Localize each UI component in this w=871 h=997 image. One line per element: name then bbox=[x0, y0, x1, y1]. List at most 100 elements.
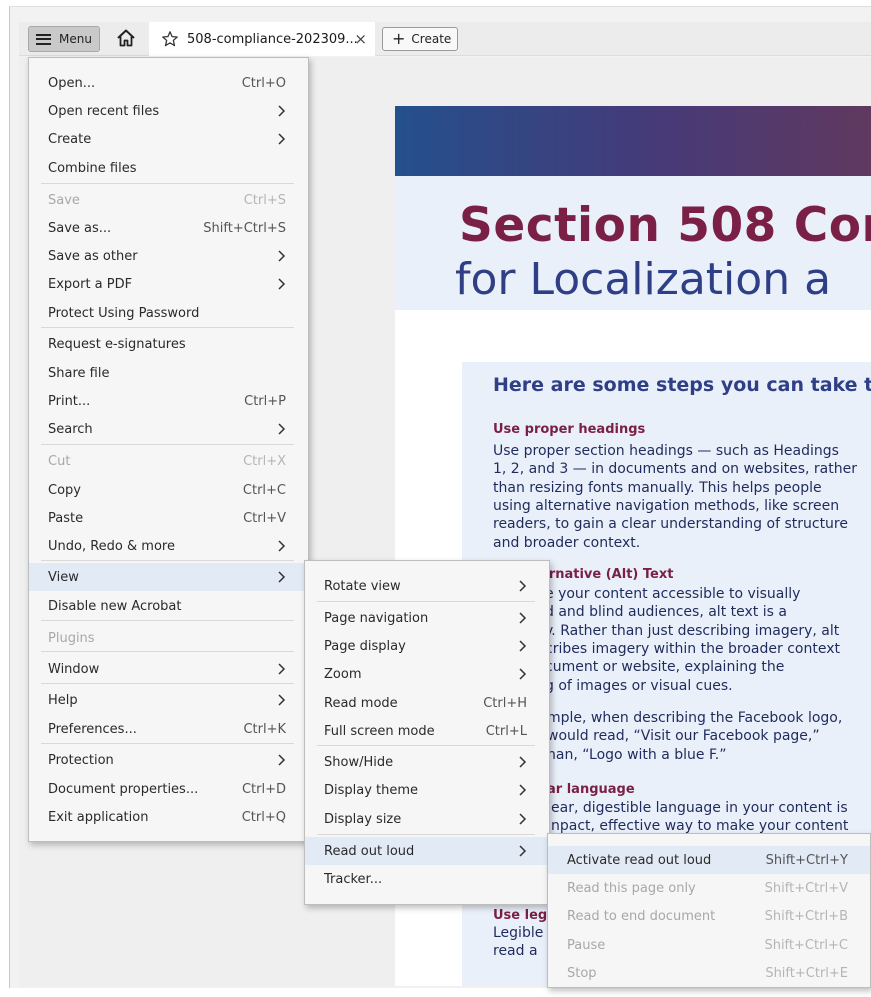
read-item-activate-read-out-loud[interactable]: Activate read out loud Shift+Ctrl+Y bbox=[548, 846, 870, 874]
read-item-pause: Pause Shift+Ctrl+C bbox=[548, 931, 870, 959]
paragraph-line: Legible bbox=[493, 925, 544, 941]
view-submenu: Rotate view Page navigation Page display Zo… bbox=[304, 560, 550, 905]
menu-item-copy[interactable]: Copy Ctrl+C bbox=[29, 476, 308, 504]
section-heading: Use leg bbox=[493, 908, 548, 923]
view-item-page-display[interactable]: Page display bbox=[305, 632, 549, 660]
paragraph-line: cument or website, explaining the bbox=[545, 659, 785, 676]
menu-item-save: Save Ctrl+S bbox=[29, 186, 308, 214]
view-item-zoom[interactable]: Zoom bbox=[305, 660, 549, 688]
tab-title: 508-compliance-202309... bbox=[187, 31, 358, 47]
chevron-right-icon bbox=[515, 610, 529, 626]
menu-item-help[interactable]: Help bbox=[29, 686, 308, 714]
read-item-label: Read to end document bbox=[567, 908, 716, 924]
menu-item-disable-new-acrobat[interactable]: Disable new Acrobat bbox=[29, 592, 308, 620]
shortcut-label: Shift+Ctrl+S bbox=[203, 220, 286, 236]
plus-icon: + bbox=[392, 29, 406, 48]
view-item-label: Tracker... bbox=[324, 871, 383, 887]
menu-item-paste[interactable]: Paste Ctrl+V bbox=[29, 504, 308, 532]
paragraph-line: using alternative navigation methods, li… bbox=[493, 497, 840, 514]
menu-separator bbox=[41, 743, 294, 744]
menu-item-document-properties[interactable]: Document properties... Ctrl+D bbox=[29, 775, 308, 803]
chevron-right-icon bbox=[515, 578, 529, 594]
menu-item-view[interactable]: View bbox=[29, 563, 308, 591]
view-item-label: Show/Hide bbox=[324, 754, 394, 770]
view-item-label: Display size bbox=[324, 811, 402, 827]
menu-item-label: Document properties... bbox=[48, 781, 199, 797]
view-item-label: Page display bbox=[324, 638, 406, 654]
read-item-label: Read this page only bbox=[567, 880, 696, 896]
paragraph-line: read a bbox=[493, 943, 538, 960]
menu-separator bbox=[41, 620, 294, 621]
paragraph-line: and broader context. bbox=[493, 534, 641, 551]
read-item-read-this-page-only: Read this page only Shift+Ctrl+V bbox=[548, 874, 870, 902]
menu-item-request-e-signatures[interactable]: Request e-signatures bbox=[29, 330, 308, 358]
create-button[interactable]: + Create bbox=[382, 27, 458, 51]
paragraph-line: cribes imagery within the broader contex… bbox=[545, 640, 840, 657]
menu-item-label: Search bbox=[48, 421, 93, 437]
read-item-label: Pause bbox=[567, 937, 606, 953]
shortcut-label: Shift+Ctrl+C bbox=[764, 937, 848, 953]
menu-button[interactable]: Menu bbox=[28, 26, 100, 52]
menu-separator bbox=[317, 745, 535, 746]
view-item-label: Read out loud bbox=[324, 843, 415, 859]
view-item-read-mode[interactable]: Read mode Ctrl+H bbox=[305, 689, 549, 717]
read-item-read-to-end-document: Read to end document Shift+Ctrl+B bbox=[548, 902, 870, 930]
paragraph-line: mple, when describing the Facebook logo, bbox=[547, 710, 843, 726]
view-item-show-hide[interactable]: Show/Hide bbox=[305, 748, 549, 776]
home-icon[interactable] bbox=[115, 27, 137, 49]
paragraph-line: would read, “Visit our Facebook page,” bbox=[547, 728, 820, 745]
view-item-rotate-view[interactable]: Rotate view bbox=[305, 572, 549, 600]
paragraph-line: han, “Logo with a blue F.” bbox=[547, 746, 727, 763]
view-item-tracker[interactable]: Tracker... bbox=[305, 865, 549, 893]
menu-item-share-file[interactable]: Share file bbox=[29, 359, 308, 387]
view-item-full-screen-mode[interactable]: Full screen mode Ctrl+L bbox=[305, 717, 549, 745]
menu-separator bbox=[41, 683, 294, 684]
menu-item-open[interactable]: Open... Ctrl+O bbox=[29, 69, 308, 97]
section-heading: ar language bbox=[547, 782, 635, 797]
menu-item-cut: Cut Ctrl+X bbox=[29, 447, 308, 475]
chevron-right-icon bbox=[274, 752, 288, 768]
menu-item-protection[interactable]: Protection bbox=[29, 746, 308, 774]
menu-item-label: Request e-signatures bbox=[48, 336, 186, 352]
chevron-right-icon bbox=[515, 811, 529, 827]
menu-item-undo-redo-more[interactable]: Undo, Redo & more bbox=[29, 532, 308, 560]
menu-item-label: Protect Using Password bbox=[48, 305, 200, 321]
menu-item-label: Disable new Acrobat bbox=[48, 598, 182, 614]
menu-item-preferences[interactable]: Preferences... Ctrl+K bbox=[29, 715, 308, 743]
view-item-label: Full screen mode bbox=[324, 723, 435, 739]
menu-separator bbox=[317, 601, 535, 602]
menu-item-open-recent-files[interactable]: Open recent files bbox=[29, 97, 308, 125]
paragraph-line: than resizing fonts manually. This helps… bbox=[493, 479, 822, 496]
menu-item-save-as-other[interactable]: Save as other bbox=[29, 242, 308, 270]
menu-item-create[interactable]: Create bbox=[29, 125, 308, 153]
menu-item-print[interactable]: Print... Ctrl+P bbox=[29, 387, 308, 415]
view-item-display-theme[interactable]: Display theme bbox=[305, 776, 549, 804]
view-item-display-size[interactable]: Display size bbox=[305, 805, 549, 833]
read-out-loud-submenu: Activate read out loud Shift+Ctrl+Y Read t… bbox=[547, 833, 871, 988]
menu-item-search[interactable]: Search bbox=[29, 415, 308, 443]
menu-separator bbox=[41, 651, 294, 652]
paragraph-line: y. Rather than just describing imagery, … bbox=[545, 622, 840, 639]
shortcut-label: Ctrl+X bbox=[243, 453, 286, 469]
menu-item-label: Save bbox=[48, 192, 80, 208]
star-icon[interactable] bbox=[161, 30, 179, 48]
menu-item-label: Protection bbox=[48, 752, 114, 768]
menu-separator bbox=[317, 834, 535, 835]
view-item-read-out-loud[interactable]: Read out loud bbox=[305, 837, 549, 865]
close-tab-icon[interactable]: × bbox=[354, 30, 367, 48]
menu-separator bbox=[41, 444, 294, 445]
menu-item-save-as[interactable]: Save as... Shift+Ctrl+S bbox=[29, 214, 308, 242]
menu-item-exit-application[interactable]: Exit application Ctrl+Q bbox=[29, 803, 308, 831]
chevron-right-icon bbox=[274, 131, 288, 147]
document-tab[interactable]: 508-compliance-202309... × bbox=[149, 22, 375, 56]
menu-item-export-a-pdf[interactable]: Export a PDF bbox=[29, 270, 308, 298]
shortcut-label: Shift+Ctrl+V bbox=[764, 880, 848, 896]
menu-item-label: Window bbox=[48, 661, 100, 677]
menu-item-label: Plugins bbox=[48, 630, 95, 646]
menu-item-window[interactable]: Window bbox=[29, 655, 308, 683]
menu-item-combine-files[interactable]: Combine files bbox=[29, 154, 308, 182]
menu-item-protect-using-password[interactable]: Protect Using Password bbox=[29, 299, 308, 327]
shortcut-label: Ctrl+O bbox=[241, 75, 286, 91]
shortcut-label: Ctrl+P bbox=[244, 393, 286, 409]
view-item-page-navigation[interactable]: Page navigation bbox=[305, 604, 549, 632]
